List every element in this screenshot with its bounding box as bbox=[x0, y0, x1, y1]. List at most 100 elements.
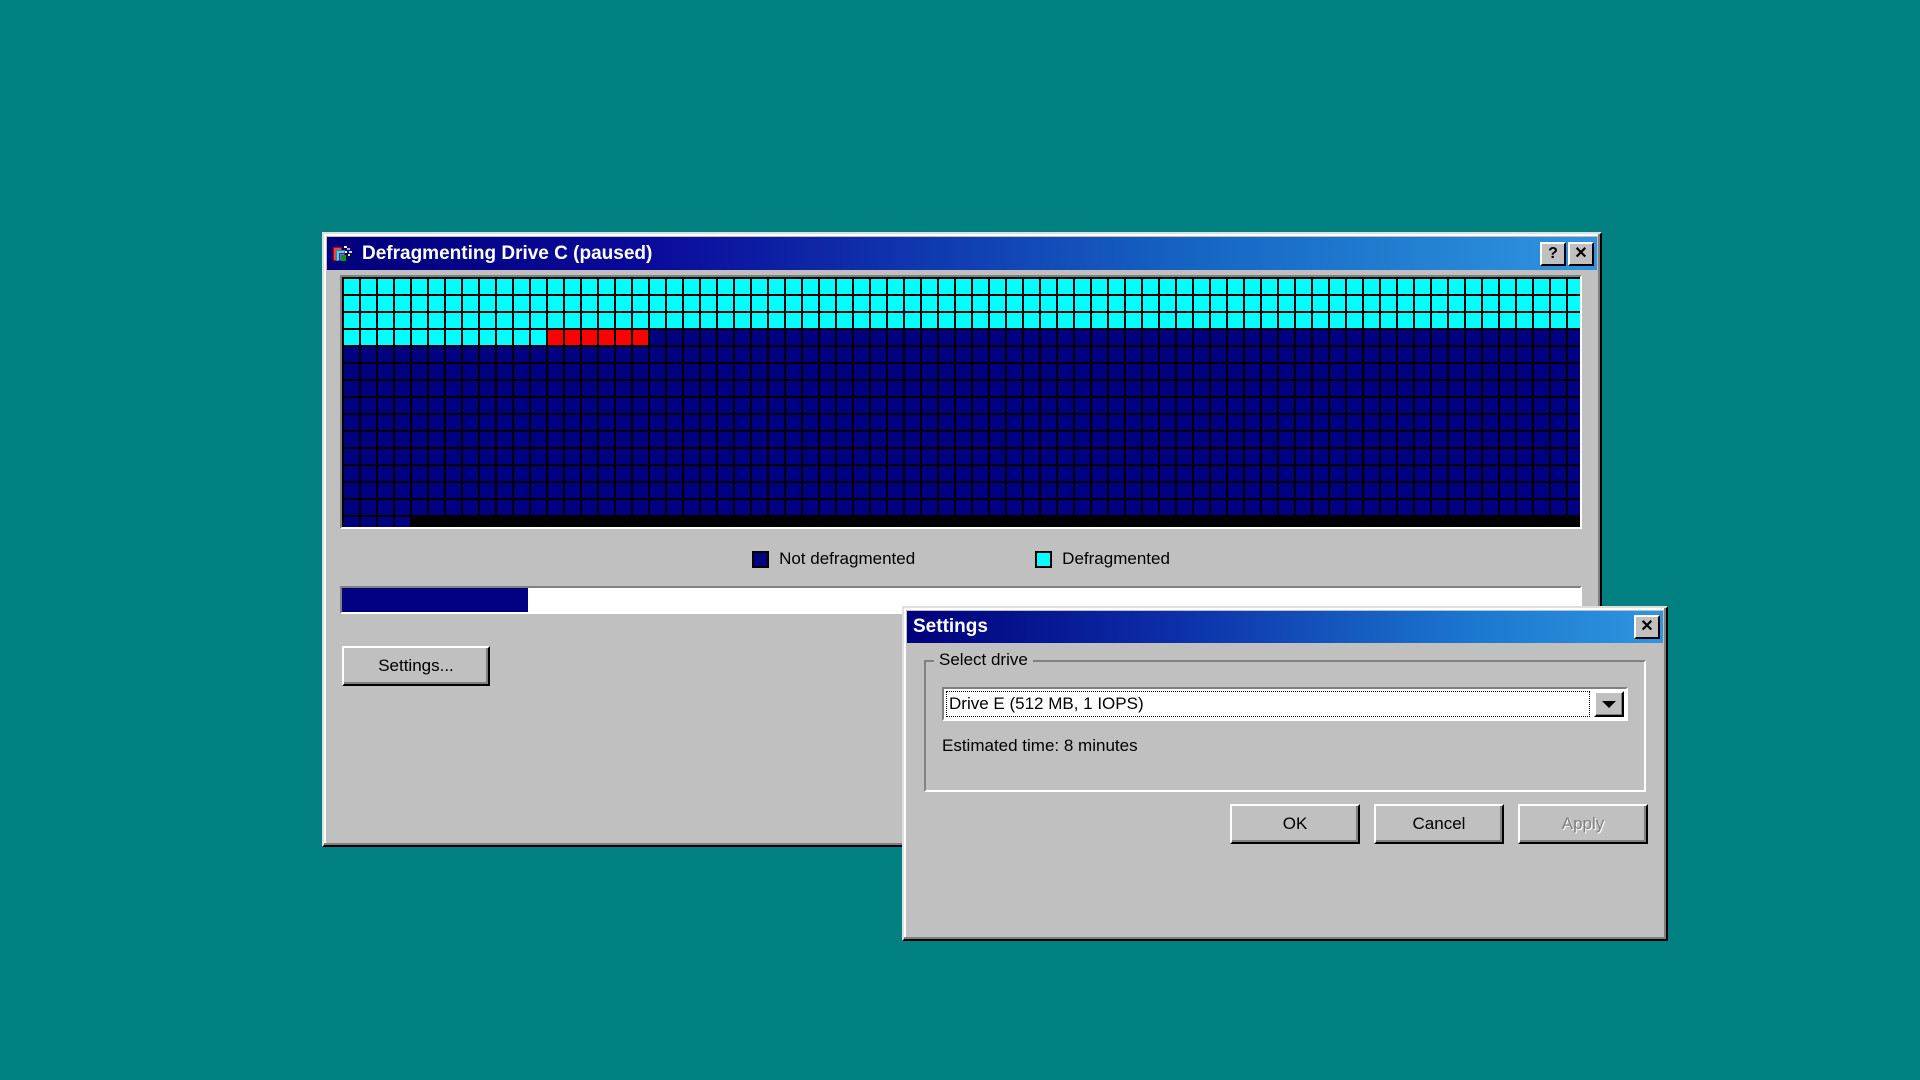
settings-button[interactable]: Settings... bbox=[342, 646, 490, 686]
disk-block bbox=[1007, 432, 1024, 449]
disk-block bbox=[1449, 466, 1466, 483]
disk-block bbox=[871, 500, 888, 517]
disk-block bbox=[922, 347, 939, 364]
disk-block bbox=[378, 432, 395, 449]
disk-block bbox=[548, 330, 565, 347]
disk-block bbox=[480, 296, 497, 313]
disk-block bbox=[701, 381, 718, 398]
disk-block bbox=[531, 483, 548, 500]
disk-block bbox=[1568, 415, 1580, 432]
disk-block bbox=[939, 449, 956, 466]
disk-block bbox=[497, 296, 514, 313]
chevron-down-icon[interactable] bbox=[1594, 691, 1624, 717]
disk-block bbox=[463, 398, 480, 415]
disk-block bbox=[1381, 313, 1398, 330]
disk-block bbox=[888, 483, 905, 500]
disk-block bbox=[344, 432, 361, 449]
disk-block bbox=[769, 500, 786, 517]
disk-block bbox=[718, 381, 735, 398]
cancel-button[interactable]: Cancel bbox=[1374, 804, 1504, 844]
ok-button[interactable]: OK bbox=[1230, 804, 1360, 844]
disk-block bbox=[582, 517, 599, 527]
disk-block bbox=[1058, 517, 1075, 527]
help-button[interactable]: ? bbox=[1540, 241, 1566, 266]
disk-block bbox=[956, 313, 973, 330]
disk-block bbox=[1126, 432, 1143, 449]
close-icon[interactable]: ✕ bbox=[1568, 241, 1594, 266]
disk-block bbox=[854, 296, 871, 313]
disk-block bbox=[412, 330, 429, 347]
disk-block bbox=[565, 432, 582, 449]
disk-block bbox=[1500, 517, 1517, 527]
disk-block bbox=[1126, 347, 1143, 364]
disk-block bbox=[565, 347, 582, 364]
disk-block bbox=[973, 517, 990, 527]
disk-block bbox=[1262, 466, 1279, 483]
disk-block bbox=[616, 432, 633, 449]
disk-block bbox=[684, 296, 701, 313]
disk-block bbox=[616, 279, 633, 296]
disk-block bbox=[514, 279, 531, 296]
disk-block bbox=[412, 398, 429, 415]
disk-block bbox=[548, 296, 565, 313]
disk-block bbox=[718, 517, 735, 527]
settings-titlebar[interactable]: Settings ✕ bbox=[907, 611, 1663, 643]
disk-block bbox=[514, 432, 531, 449]
disk-block bbox=[922, 381, 939, 398]
disk-block bbox=[344, 364, 361, 381]
disk-block bbox=[650, 466, 667, 483]
disk-block bbox=[361, 364, 378, 381]
disk-block bbox=[1483, 500, 1500, 517]
disk-block bbox=[1075, 364, 1092, 381]
disk-block bbox=[905, 398, 922, 415]
disk-block bbox=[1449, 381, 1466, 398]
disk-block bbox=[616, 398, 633, 415]
disk-block bbox=[973, 347, 990, 364]
disk-block bbox=[1398, 517, 1415, 527]
disk-block bbox=[378, 415, 395, 432]
disk-block bbox=[1296, 500, 1313, 517]
disk-block bbox=[633, 483, 650, 500]
disk-block bbox=[633, 466, 650, 483]
disk-block bbox=[412, 313, 429, 330]
legend-item-not-defragmented: Not defragmented bbox=[752, 549, 915, 569]
disk-block bbox=[548, 279, 565, 296]
disk-block bbox=[1211, 279, 1228, 296]
disk-block bbox=[667, 279, 684, 296]
disk-block bbox=[633, 364, 650, 381]
disk-block bbox=[837, 415, 854, 432]
main-titlebar[interactable]: Defragmenting Drive C (paused) ? ✕ bbox=[327, 237, 1597, 270]
disk-block bbox=[837, 364, 854, 381]
disk-block bbox=[735, 296, 752, 313]
disk-block bbox=[1551, 449, 1568, 466]
disk-block bbox=[1279, 517, 1296, 527]
disk-block bbox=[871, 364, 888, 381]
disk-block bbox=[1534, 279, 1551, 296]
disk-block bbox=[1449, 432, 1466, 449]
disk-block bbox=[429, 347, 446, 364]
drive-select[interactable]: Drive E (512 MB, 1 IOPS) bbox=[942, 687, 1628, 721]
disk-block bbox=[582, 347, 599, 364]
disk-block bbox=[1466, 398, 1483, 415]
disk-block bbox=[463, 296, 480, 313]
disk-block bbox=[633, 279, 650, 296]
disk-block bbox=[803, 398, 820, 415]
disk-block bbox=[531, 296, 548, 313]
disk-block bbox=[1330, 347, 1347, 364]
apply-button: Apply bbox=[1518, 804, 1648, 844]
disk-block bbox=[1551, 483, 1568, 500]
disk-block bbox=[1296, 483, 1313, 500]
disk-block bbox=[1160, 398, 1177, 415]
disk-block bbox=[1126, 398, 1143, 415]
disk-block bbox=[1279, 279, 1296, 296]
settings-close-icon[interactable]: ✕ bbox=[1634, 615, 1660, 639]
disk-block bbox=[378, 313, 395, 330]
disk-block bbox=[1466, 381, 1483, 398]
disk-block bbox=[820, 466, 837, 483]
disk-block bbox=[854, 381, 871, 398]
disk-block bbox=[412, 483, 429, 500]
disk-block bbox=[1483, 347, 1500, 364]
disk-block bbox=[1262, 330, 1279, 347]
disk-block bbox=[1160, 449, 1177, 466]
disk-block bbox=[582, 296, 599, 313]
